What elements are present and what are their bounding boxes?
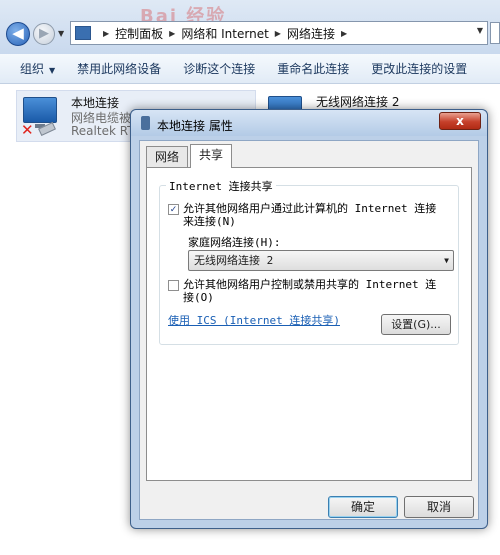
allow-share-label[interactable]: 允许其他网络用户通过此计算机的 Internet 连接来连接(N)	[183, 202, 443, 228]
address-bar-row: Bai 经验 ◀ ▶ ▼ ▶ 控制面板 ▶ 网络和 Internet ▶ 网络连…	[0, 0, 500, 54]
arrow-left-icon: ◀	[12, 24, 24, 42]
tab-network[interactable]: 网络	[146, 146, 189, 167]
cancel-button[interactable]: 取消	[404, 496, 474, 518]
chevron-right-icon[interactable]: ▶	[103, 29, 109, 38]
connection-device: Realtek RT	[71, 124, 135, 138]
chevron-right-icon[interactable]: ▶	[341, 29, 347, 38]
diagnose-button[interactable]: 诊断这个连接	[172, 60, 266, 77]
control-panel-icon	[75, 26, 91, 40]
home-network-label: 家庭网络连接(H):	[188, 236, 281, 249]
sharing-panel: Internet 连接共享 ✓ 允许其他网络用户通过此计算机的 Internet…	[146, 167, 472, 481]
organize-menu[interactable]: 组织 ▼	[0, 60, 66, 77]
rename-button[interactable]: 重命名此连接	[266, 60, 360, 77]
chevron-right-icon[interactable]: ▶	[275, 29, 281, 38]
allow-control-label[interactable]: 允许其他网络用户控制或禁用共享的 Internet 连接(O)	[183, 278, 443, 304]
connection-name: 无线网络连接 2	[316, 95, 400, 109]
breadcrumb-control-panel[interactable]: 控制面板	[115, 25, 163, 42]
chevron-down-icon[interactable]: ▼	[477, 26, 483, 35]
properties-dialog: 本地连接 属性 x 网络 共享 Internet 连接共享 ✓ 允许其他网络用户…	[130, 109, 488, 529]
arrow-right-icon: ▶	[39, 26, 49, 41]
chevron-down-icon: ▼	[444, 256, 449, 265]
recent-pages-dropdown[interactable]: ▼	[58, 29, 64, 38]
chevron-down-icon: ▼	[49, 66, 56, 75]
ics-help-link[interactable]: 使用 ICS (Internet 连接共享)	[168, 312, 340, 328]
disconnected-x-icon: ✕	[21, 121, 34, 139]
dialog-body: 网络 共享 Internet 连接共享 ✓ 允许其他网络用户通过此计算机的 In…	[139, 140, 479, 520]
dialog-title: 本地连接 属性	[157, 119, 233, 133]
network-plug-icon	[141, 116, 150, 130]
back-button[interactable]: ◀	[6, 22, 30, 46]
address-box[interactable]: ▶ 控制面板 ▶ 网络和 Internet ▶ 网络连接 ▶ ▼	[70, 21, 488, 45]
chevron-right-icon[interactable]: ▶	[169, 29, 175, 38]
allow-control-row: 允许其他网络用户控制或禁用共享的 Internet 连接(O)	[168, 278, 443, 304]
command-bar: 组织 ▼ 禁用此网络设备 诊断这个连接 重命名此连接 更改此连接的设置	[0, 54, 500, 84]
disable-device-button[interactable]: 禁用此网络设备	[66, 60, 172, 77]
network-adapter-icon	[23, 97, 57, 128]
breadcrumb-network-connections[interactable]: 网络连接	[287, 25, 335, 42]
home-network-select[interactable]: 无线网络连接 2 ▼	[188, 250, 454, 271]
ics-group: Internet 连接共享 ✓ 允许其他网络用户通过此计算机的 Internet…	[159, 178, 459, 345]
forward-button[interactable]: ▶	[33, 23, 55, 45]
group-title: Internet 连接共享	[166, 178, 276, 194]
ok-button[interactable]: 确定	[328, 496, 398, 518]
close-button[interactable]: x	[439, 112, 481, 130]
breadcrumb-network-internet[interactable]: 网络和 Internet	[181, 25, 268, 42]
change-settings-button[interactable]: 更改此连接的设置	[360, 60, 478, 77]
settings-button[interactable]: 设置(G)...	[381, 314, 451, 335]
allow-share-checkbox[interactable]: ✓	[168, 204, 179, 215]
allow-share-row: ✓ 允许其他网络用户通过此计算机的 Internet 连接来连接(N)	[168, 202, 443, 228]
refresh-button[interactable]	[490, 22, 500, 44]
allow-control-checkbox[interactable]	[168, 280, 179, 291]
tab-sharing[interactable]: 共享	[190, 144, 233, 168]
close-icon: x	[456, 114, 464, 128]
dialog-titlebar[interactable]: 本地连接 属性 x	[131, 110, 487, 136]
home-network-value: 无线网络连接 2	[194, 254, 274, 267]
